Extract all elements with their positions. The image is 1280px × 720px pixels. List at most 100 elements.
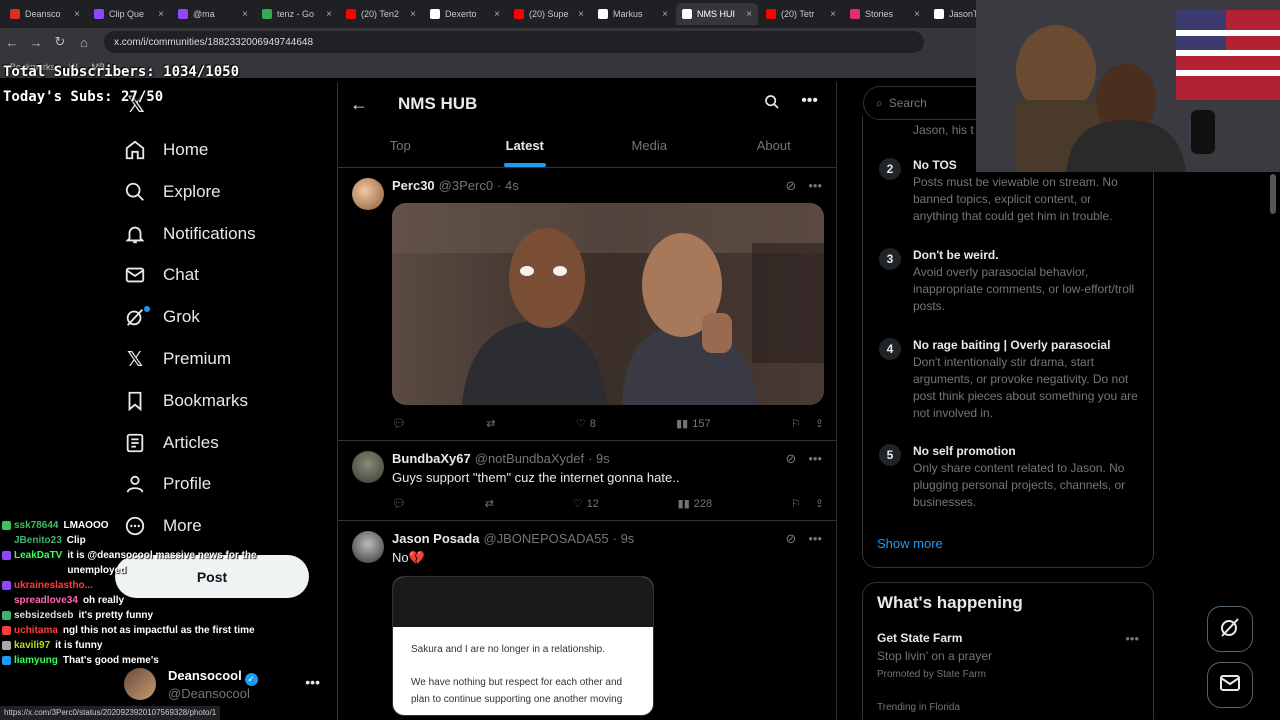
messages-fab-button[interactable]: [1207, 662, 1253, 708]
tweet-author-handle[interactable]: @notBundbaXydef: [475, 451, 584, 466]
close-icon[interactable]: ×: [746, 9, 752, 20]
nav-bookmarks[interactable]: Bookmarks: [124, 381, 248, 421]
nav-premium[interactable]: 𝕏 Premium: [124, 339, 231, 379]
nav-notifications[interactable]: Notifications: [124, 214, 256, 254]
browser-tab[interactable]: (20) Tetr ×: [760, 3, 842, 25]
tweet-author-name[interactable]: Jason Posada: [392, 531, 479, 546]
tweet[interactable]: Jason Posada @JBONEPOSADA55 · 9s ⊘ ••• No…: [338, 521, 836, 720]
chat-badge-icon: [2, 536, 11, 545]
page-scrollbar[interactable]: [1270, 174, 1276, 214]
reply-button[interactable]: 💬︎: [392, 497, 406, 510]
like-button[interactable]: ♡ 12: [573, 497, 599, 511]
browser-tab[interactable]: Markus ×: [592, 3, 674, 25]
tweet-author-name[interactable]: Perc30: [392, 178, 435, 193]
ellipsis-icon[interactable]: •••: [808, 531, 822, 547]
close-icon[interactable]: ×: [830, 9, 836, 20]
tab-about[interactable]: About: [712, 126, 837, 167]
tweet-time[interactable]: · 9s: [613, 531, 635, 546]
close-icon[interactable]: ×: [326, 9, 332, 20]
browser-tab[interactable]: (20) Supe ×: [508, 3, 590, 25]
like-button[interactable]: ♡ 8: [576, 417, 596, 431]
tweet[interactable]: BundbaXy67 @notBundbaXydef · 9s ⊘ ••• Guy…: [338, 441, 836, 521]
bookmark-icon[interactable]: ⚐: [791, 497, 801, 510]
ellipsis-icon[interactable]: •••: [808, 451, 822, 467]
show-more-link[interactable]: Show more: [877, 536, 943, 551]
community-timeline: ← NMS HUB ••• Top Latest Media About Per…: [337, 82, 837, 720]
tab-media[interactable]: Media: [587, 126, 712, 167]
back-arrow-icon[interactable]: ←: [0, 35, 24, 50]
home-browser-icon[interactable]: ⌂: [72, 35, 96, 50]
tweet-media-image[interactable]: Sakura and I are no longer in a relation…: [392, 576, 654, 716]
nav-explore[interactable]: Explore: [124, 172, 221, 212]
account-switcher[interactable]: Deansocool ✓ @Deansocool •••: [124, 664, 334, 704]
tweet-author-name[interactable]: BundbaXy67: [392, 451, 471, 466]
browser-tab[interactable]: @ma ×: [172, 3, 254, 25]
browser-tab[interactable]: Stories ×: [844, 3, 926, 25]
tab-top[interactable]: Top: [338, 126, 463, 167]
close-icon[interactable]: ×: [914, 9, 920, 20]
browser-tab[interactable]: (20) Ten2 ×: [340, 3, 422, 25]
reply-button[interactable]: 💬︎: [392, 417, 406, 430]
tweet-time[interactable]: · 9s: [588, 451, 610, 466]
chat-text: Clip: [66, 535, 86, 546]
share-icon[interactable]: ⇪: [815, 417, 824, 430]
close-icon[interactable]: ×: [74, 9, 80, 20]
forward-arrow-icon[interactable]: →: [24, 35, 48, 50]
close-icon[interactable]: ×: [662, 9, 668, 20]
browser-tab[interactable]: Clip Que ×: [88, 3, 170, 25]
nav-profile[interactable]: Profile: [124, 464, 211, 504]
grok-icon[interactable]: ⊘: [785, 178, 796, 194]
grok-icon[interactable]: ⊘: [785, 451, 796, 467]
tab-label: Stories: [865, 9, 894, 19]
close-icon[interactable]: ×: [158, 9, 164, 20]
url-field[interactable]: x.com/i/communities/1882332006949744648: [104, 31, 924, 53]
ellipsis-icon[interactable]: •••: [808, 178, 822, 194]
bell-icon: [124, 223, 146, 245]
browser-tab[interactable]: Dexerto ×: [424, 3, 506, 25]
chat-message: liamyung That's good meme's: [2, 653, 272, 668]
repost-button[interactable]: ⇄: [486, 417, 495, 430]
avatar[interactable]: [352, 178, 384, 210]
browser-tab[interactable]: tenz - Go ×: [256, 3, 338, 25]
back-arrow-icon[interactable]: ←: [350, 94, 390, 115]
browser-tab[interactable]: Deansco ×: [4, 3, 86, 25]
close-icon[interactable]: ×: [578, 9, 584, 20]
avatar[interactable]: [352, 531, 384, 563]
close-icon[interactable]: ×: [494, 9, 500, 20]
repost-button[interactable]: ⇄: [485, 497, 494, 510]
search-icon: ⌕: [876, 95, 883, 110]
tab-latest[interactable]: Latest: [463, 126, 588, 167]
close-icon[interactable]: ×: [410, 9, 416, 20]
like-count: 8: [589, 417, 596, 430]
tweet-author-handle[interactable]: @3Perc0: [439, 178, 493, 193]
trend-subtitle: Stop livin' on a prayer: [877, 649, 993, 663]
avatar[interactable]: [352, 451, 384, 483]
close-icon[interactable]: ×: [242, 9, 248, 20]
chat-username: LeakDaTV: [14, 550, 63, 561]
grok-icon[interactable]: ⊘: [785, 531, 796, 547]
nav-grok[interactable]: Grok: [124, 297, 200, 337]
stream-chat-overlay: ssk78644 LMAOOO JBenito23 Clip LeakDaTV it is…: [2, 518, 272, 668]
tweet-time[interactable]: · 4s: [497, 178, 519, 193]
tweet-media-image[interactable]: [392, 203, 824, 405]
search-icon[interactable]: [764, 94, 780, 115]
ellipsis-icon[interactable]: •••: [801, 92, 818, 110]
bookmark-icon[interactable]: ⚐: [791, 417, 801, 430]
chat-text: LMAOOO: [63, 520, 109, 531]
views-button[interactable]: ▮▮ 157: [676, 417, 710, 431]
nav-articles[interactable]: Articles: [124, 423, 219, 463]
rule-item: 3 Don't be weird. Avoid overly parasocia…: [879, 248, 1139, 315]
nav-home[interactable]: Home: [124, 130, 208, 170]
tweet[interactable]: Perc30 @3Perc0 · 4s ⊘ ••• 💬︎ ⇄ ♡ 8 ▮▮ 15…: [338, 168, 836, 441]
trend-item[interactable]: Get State Farm Stop livin' on a prayer P…: [877, 631, 1139, 680]
grok-fab-button[interactable]: [1207, 606, 1253, 652]
tweet-author-handle[interactable]: @JBONEPOSADA55: [483, 531, 608, 546]
ellipsis-icon[interactable]: •••: [1125, 631, 1139, 646]
share-icon[interactable]: ⇪: [815, 497, 824, 510]
reload-icon[interactable]: ↻: [48, 34, 72, 50]
chat-text: That's good meme's: [62, 655, 159, 666]
browser-tab[interactable]: NMS HUI ×: [676, 3, 758, 25]
views-button[interactable]: ▮▮ 228: [678, 497, 712, 511]
nav-chat[interactable]: Chat: [124, 255, 199, 295]
ellipsis-icon[interactable]: •••: [305, 674, 320, 690]
